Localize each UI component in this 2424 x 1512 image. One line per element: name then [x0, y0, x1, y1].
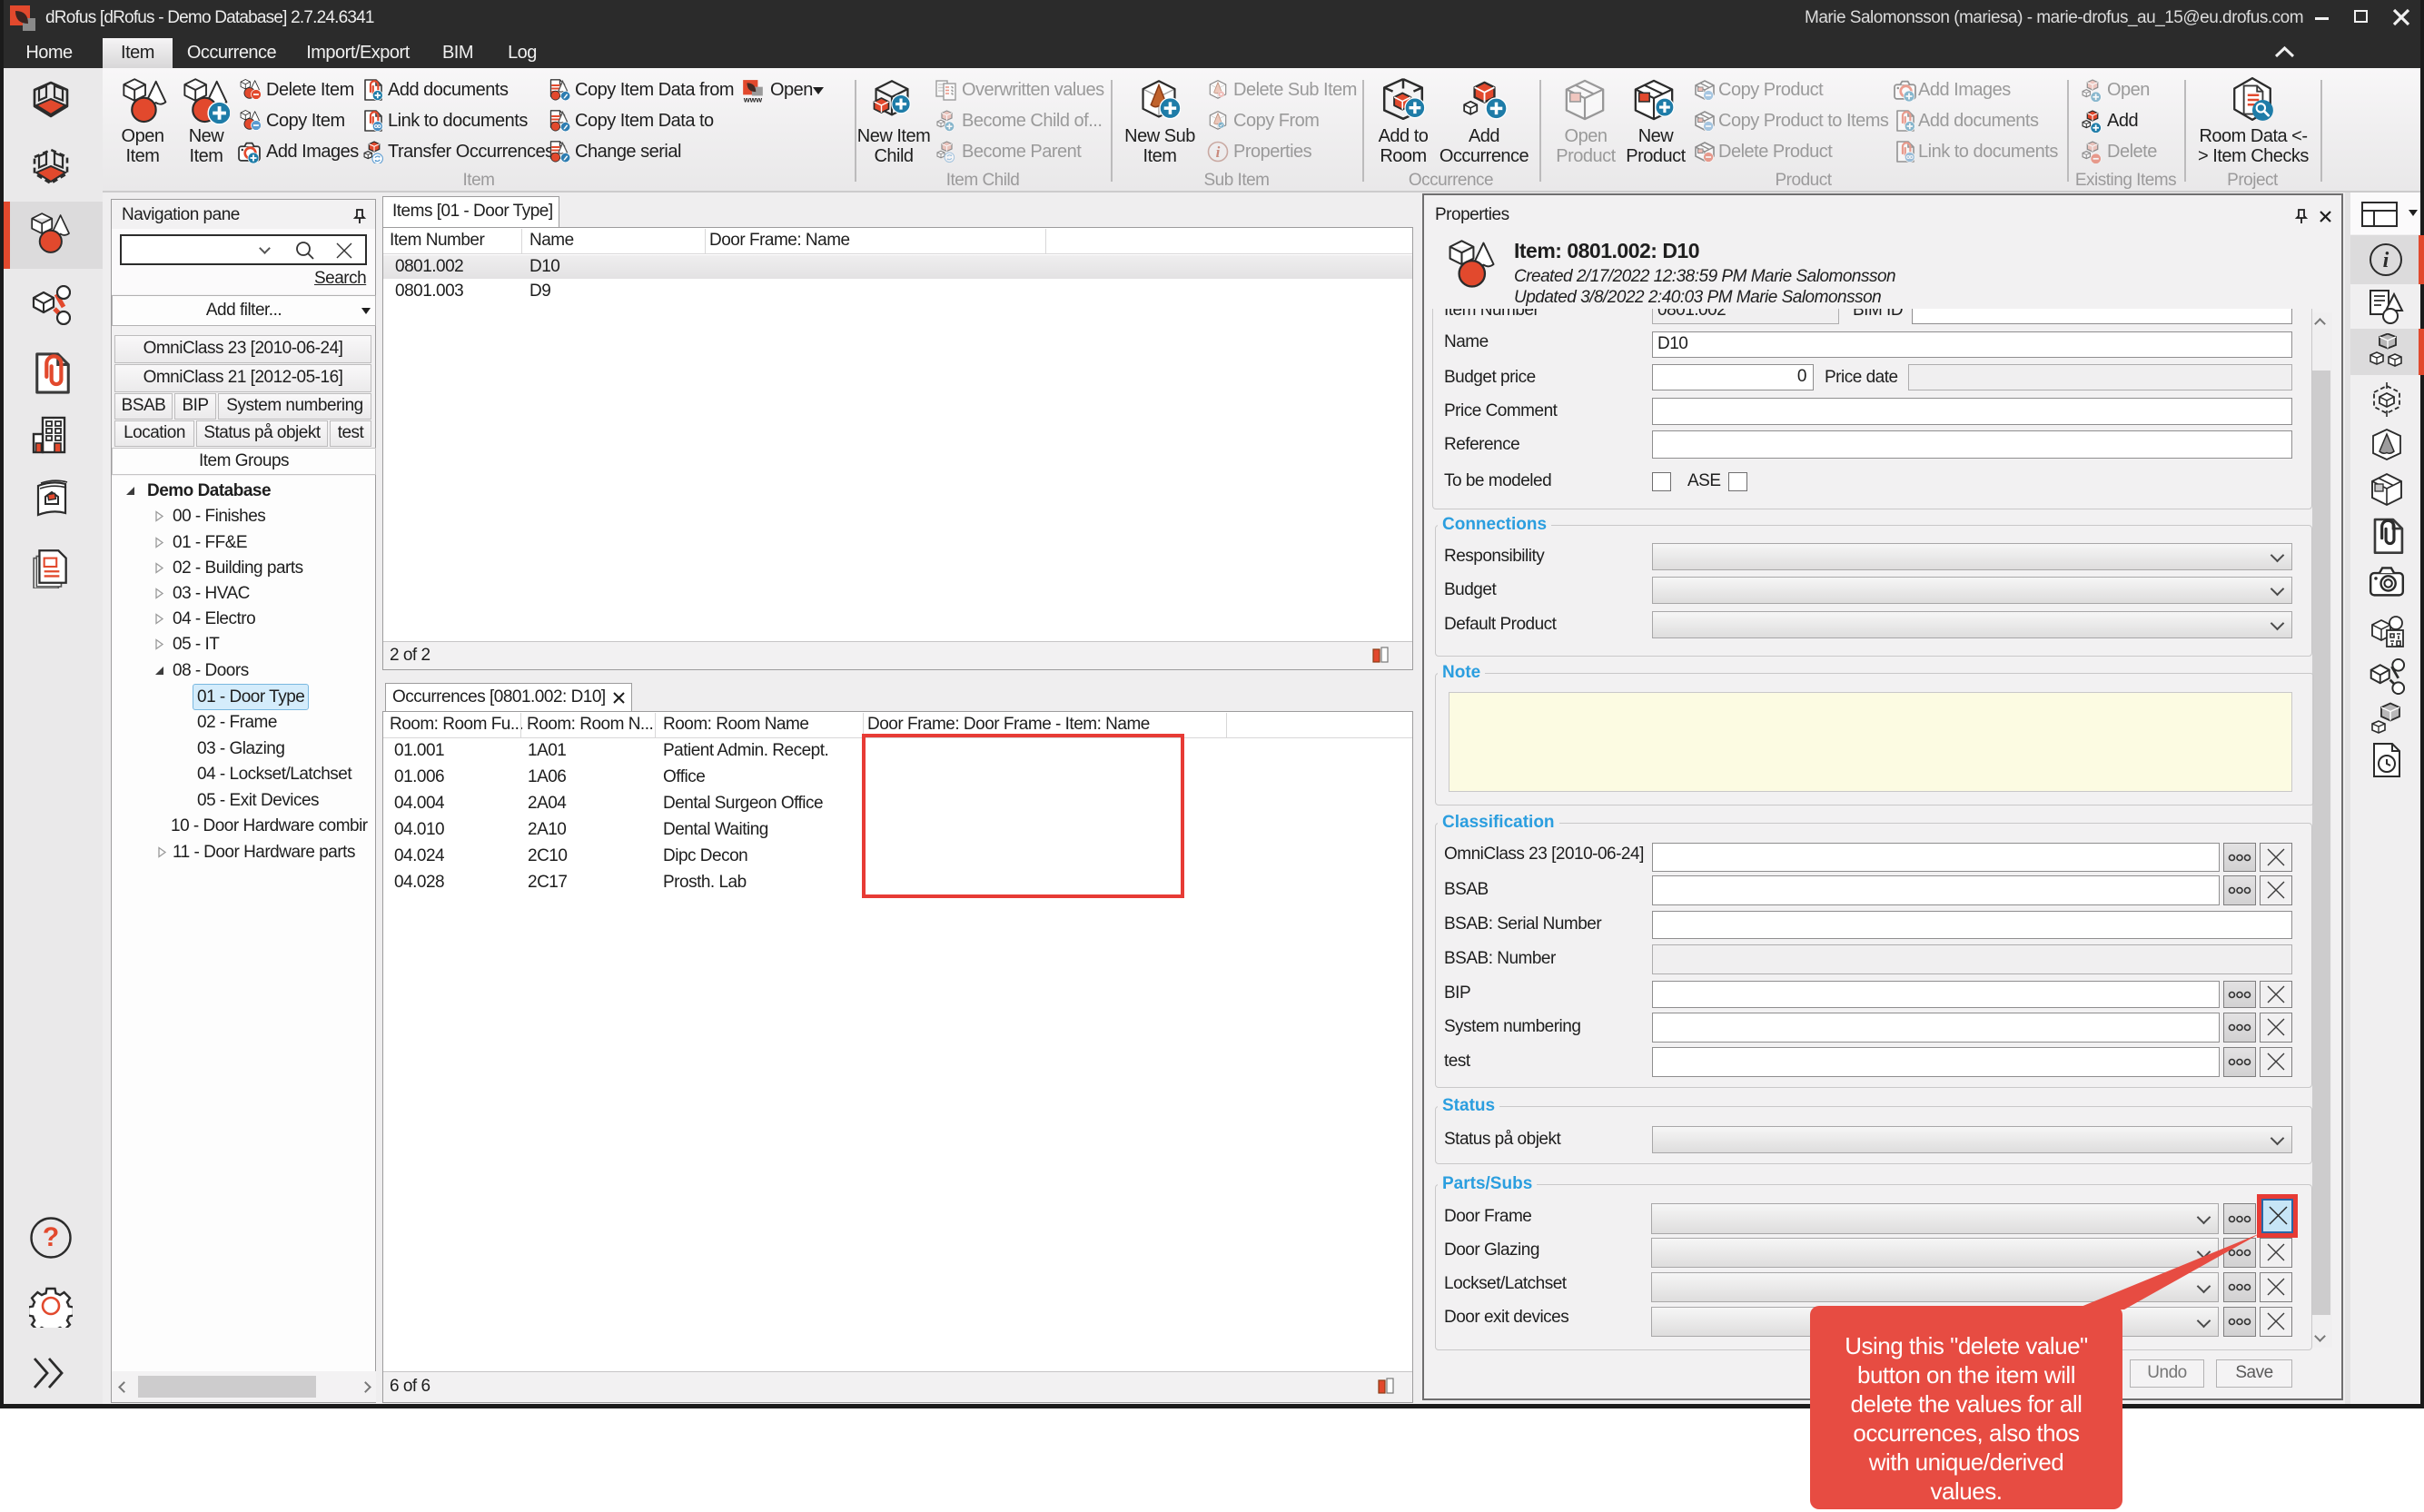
svg-text:?: ?: [43, 1222, 59, 1252]
svg-text:i: i: [2383, 249, 2389, 272]
svg-text:www: www: [743, 94, 762, 103]
svg-text:i: i: [1216, 143, 1221, 161]
